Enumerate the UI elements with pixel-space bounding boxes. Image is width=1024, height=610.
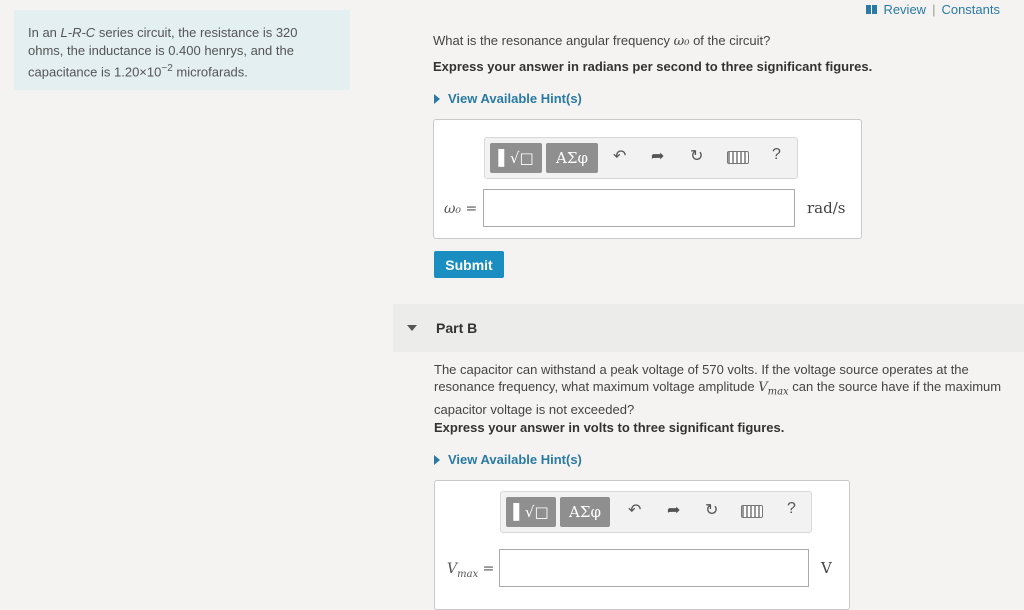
answer-input[interactable]	[499, 549, 809, 587]
unit-label: V	[821, 559, 832, 577]
header-links: Review | Constants	[866, 2, 1000, 17]
keyboard-icon[interactable]	[727, 151, 749, 169]
problem-exponent: −2	[161, 63, 173, 74]
var-main: V	[758, 380, 768, 395]
var-main: V	[447, 561, 458, 577]
part-b-instruction: Express your answer in volts to three si…	[434, 420, 785, 435]
question-text: What is the resonance angular frequency	[433, 33, 674, 48]
expand-arrow-icon	[434, 93, 440, 104]
separator: |	[932, 2, 936, 17]
expand-arrow-icon	[434, 454, 440, 465]
undo-icon[interactable]: ↶	[613, 146, 626, 166]
templates-button[interactable]: ▌√□	[506, 497, 556, 527]
omega-label: ω₀ =	[444, 201, 478, 217]
problem-lrc: L-R-C	[60, 25, 96, 40]
redo-icon[interactable]: ➦	[667, 500, 680, 520]
review-link[interactable]: Review	[883, 2, 926, 17]
part-a-answer-box: ▌√□ ΑΣφ ↶ ➦ ↻ ? ω₀ = rad/s	[433, 119, 862, 239]
book-icon	[866, 5, 878, 14]
constants-link[interactable]: Constants	[941, 2, 1000, 17]
vmax-label: Vmax =	[447, 561, 494, 580]
symbols-button[interactable]: ΑΣφ	[546, 143, 598, 173]
var-sub: max	[457, 568, 479, 580]
problem-text: In an	[28, 25, 61, 40]
help-button[interactable]: ?	[772, 146, 781, 164]
part-a-instruction: Express your answer in radians per secon…	[433, 59, 873, 74]
question-var: ω₀	[673, 34, 690, 49]
undo-icon[interactable]: ↶	[628, 500, 641, 520]
part-b-question: The capacitor can withstand a peak volta…	[434, 361, 1014, 418]
answer-input[interactable]	[483, 189, 795, 227]
help-button[interactable]: ?	[787, 500, 796, 518]
unit-label: rad/s	[807, 199, 846, 217]
reset-icon[interactable]: ↻	[690, 146, 703, 166]
var-eq: =	[478, 561, 495, 577]
hint-label: View Available Hint(s)	[448, 452, 582, 467]
question-text-end: of the circuit?	[689, 33, 771, 48]
question-var: Vmax	[758, 380, 789, 398]
part-b-header[interactable]: Part B	[393, 304, 1024, 352]
symbols-button[interactable]: ΑΣφ	[560, 497, 610, 527]
problem-statement: In an L-R-C series circuit, the resistan…	[14, 10, 350, 90]
problem-text-end: microfarads.	[172, 64, 248, 80]
part-a-question: What is the resonance angular frequency …	[433, 33, 770, 49]
submit-button[interactable]: Submit	[434, 251, 504, 278]
math-toolbar: ▌√□ ΑΣφ ↶ ➦ ↻ ?	[484, 137, 798, 179]
part-b-answer-box: ▌√□ ΑΣφ ↶ ➦ ↻ ? Vmax = V	[434, 480, 850, 610]
part-b-title: Part B	[436, 320, 478, 336]
math-toolbar: ▌√□ ΑΣφ ↶ ➦ ↻ ?	[500, 491, 812, 533]
hint-label: View Available Hint(s)	[448, 91, 582, 106]
var-sub: max	[767, 386, 789, 398]
templates-button[interactable]: ▌√□	[490, 143, 542, 173]
redo-icon[interactable]: ➦	[651, 146, 664, 166]
part-b-hint-link[interactable]: View Available Hint(s)	[434, 452, 582, 467]
reset-icon[interactable]: ↻	[705, 500, 718, 520]
part-a-hint-link[interactable]: View Available Hint(s)	[434, 91, 582, 106]
keyboard-icon[interactable]	[741, 505, 763, 523]
collapse-arrow-icon	[407, 325, 417, 331]
